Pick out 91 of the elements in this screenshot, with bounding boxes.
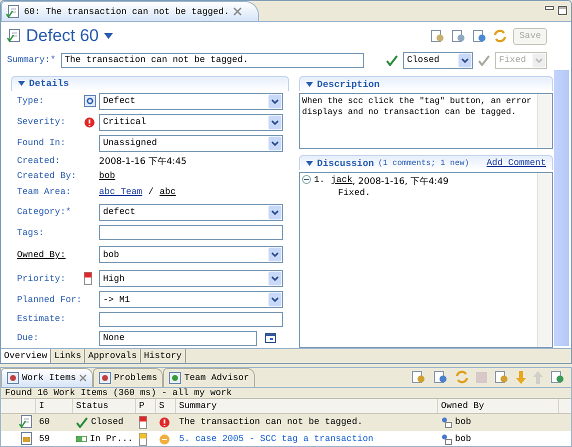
date-field[interactable]: None <box>99 330 257 346</box>
field-label: Tags: <box>17 228 44 238</box>
field-label: Found In: <box>17 138 66 148</box>
collapse-icon[interactable] <box>302 175 311 184</box>
text-field[interactable] <box>99 225 283 240</box>
maximize-icon[interactable] <box>558 6 567 15</box>
add-comment-link[interactable]: Add Comment <box>486 158 546 168</box>
summary-field[interactable]: The transaction can not be tagged. <box>60 52 364 68</box>
dropdown-field[interactable]: High <box>99 270 283 288</box>
column-header[interactable]: P <box>136 399 156 413</box>
work-item-icon <box>7 29 21 43</box>
description-field[interactable]: When the scc click the "tag" button, an error displays and no transaction can be tagged. <box>299 93 553 149</box>
view-icon <box>7 372 19 384</box>
view-tab[interactable]: Work Items <box>1 368 94 387</box>
editor-tab-title: 60: The transaction can not be tagged. <box>24 6 230 16</box>
page-tab[interactable]: Approvals <box>85 349 141 363</box>
editor-tab[interactable]: 60: The transaction can not be tagged. <box>1 1 260 21</box>
column-header[interactable]: S <box>156 399 176 413</box>
field-label: Planned For: <box>17 294 82 305</box>
checkmark-icon <box>386 54 398 66</box>
comment-count: (1 comments; 1 new) <box>378 158 470 168</box>
text-field[interactable] <box>99 312 283 327</box>
created-date: 2008-1-16 下午4:45 <box>99 156 187 168</box>
column-header[interactable]: Summary <box>176 399 438 413</box>
dropdown-field[interactable]: Critical <box>99 114 283 131</box>
section-title: Discussion <box>317 158 374 168</box>
collapse-triangle-icon[interactable] <box>306 82 313 86</box>
close-icon[interactable] <box>79 374 88 382</box>
refresh-icon[interactable] <box>455 370 469 384</box>
comment-date: , 2008-1-16, 下午4:49 <box>352 176 449 188</box>
summary-text: 5. case 2005 - SCC tag a transaction <box>179 434 374 444</box>
work-item-title: Defect 60 <box>26 26 99 46</box>
minimize-icon[interactable] <box>545 6 554 10</box>
status-text: Closed <box>91 417 124 427</box>
field-label: Created: <box>17 156 60 166</box>
field-label: Priority: <box>17 274 66 284</box>
user-link[interactable]: bob <box>99 171 116 182</box>
comment-number: 1. <box>314 175 325 187</box>
view-icon <box>99 372 112 384</box>
dropdown-field[interactable]: defect <box>99 204 283 221</box>
owner-text: bob <box>455 417 472 427</box>
caret-icon[interactable] <box>104 33 113 39</box>
calendar-icon[interactable] <box>265 333 276 344</box>
table-cell-text: 59 <box>38 434 51 444</box>
resolution-dropdown: Fixed <box>495 52 547 68</box>
owner-link[interactable]: Owned By: <box>17 250 66 260</box>
work-item-icon <box>6 4 20 18</box>
team-link[interactable]: abc Team <box>99 187 142 198</box>
state-dropdown[interactable]: Closed <box>403 52 473 68</box>
field-label: Severity: <box>17 117 66 128</box>
view-icon <box>169 372 182 384</box>
refresh-icon[interactable] <box>493 29 508 43</box>
collapse-triangle-icon[interactable] <box>18 81 25 86</box>
dropdown-field[interactable]: Defect <box>99 92 283 110</box>
field-label: Type: <box>17 96 44 106</box>
author-link[interactable]: jack <box>330 175 352 188</box>
field-label: Due: <box>17 333 39 344</box>
column-header[interactable]: I <box>36 399 73 413</box>
section-title: Details <box>29 78 69 90</box>
user-icon <box>441 434 452 444</box>
field-label: Estimate: <box>17 314 66 324</box>
table-row[interactable]: 60 Closed The transaction can not be tagged. bob <box>1 414 571 431</box>
comment-text: Fixed. <box>338 188 372 198</box>
section-title: Description <box>317 78 380 90</box>
owner-text: bob <box>455 434 472 444</box>
view-tab[interactable]: Problems <box>93 368 164 387</box>
priority-icon <box>84 272 92 286</box>
collapse-triangle-icon[interactable] <box>306 160 313 166</box>
table-cell-text: 60 <box>38 417 51 427</box>
field-label: Team Area: <box>17 187 72 198</box>
gear-icon <box>84 95 96 108</box>
summary-text: The transaction can not be tagged. <box>179 417 363 427</box>
close-icon[interactable] <box>233 7 242 16</box>
severity-icon <box>84 116 95 128</box>
dropdown-field[interactable]: bob <box>99 246 283 264</box>
page-tab[interactable]: Overview <box>1 349 52 363</box>
column-header[interactable]: Owned By <box>438 399 559 413</box>
team-link[interactable]: abc <box>160 187 176 198</box>
checkmark-icon <box>478 54 490 66</box>
up-arrow-icon <box>533 370 543 384</box>
dropdown-field[interactable]: Unassigned <box>99 134 283 152</box>
separator: / <box>148 187 154 198</box>
user-icon <box>441 416 452 428</box>
field-label: Category:* <box>17 207 72 218</box>
view-tab[interactable]: Team Advisor <box>163 368 256 387</box>
dropdown-field[interactable]: -> M1 <box>99 291 283 308</box>
field-label: Created By: <box>17 171 76 182</box>
summary-label: Summary:* <box>7 55 56 65</box>
status-text: In Pr... <box>90 434 133 444</box>
column-header[interactable]: Status <box>73 399 136 413</box>
status-text: Found 16 Work Items (360 ms) - all my work <box>4 388 233 398</box>
